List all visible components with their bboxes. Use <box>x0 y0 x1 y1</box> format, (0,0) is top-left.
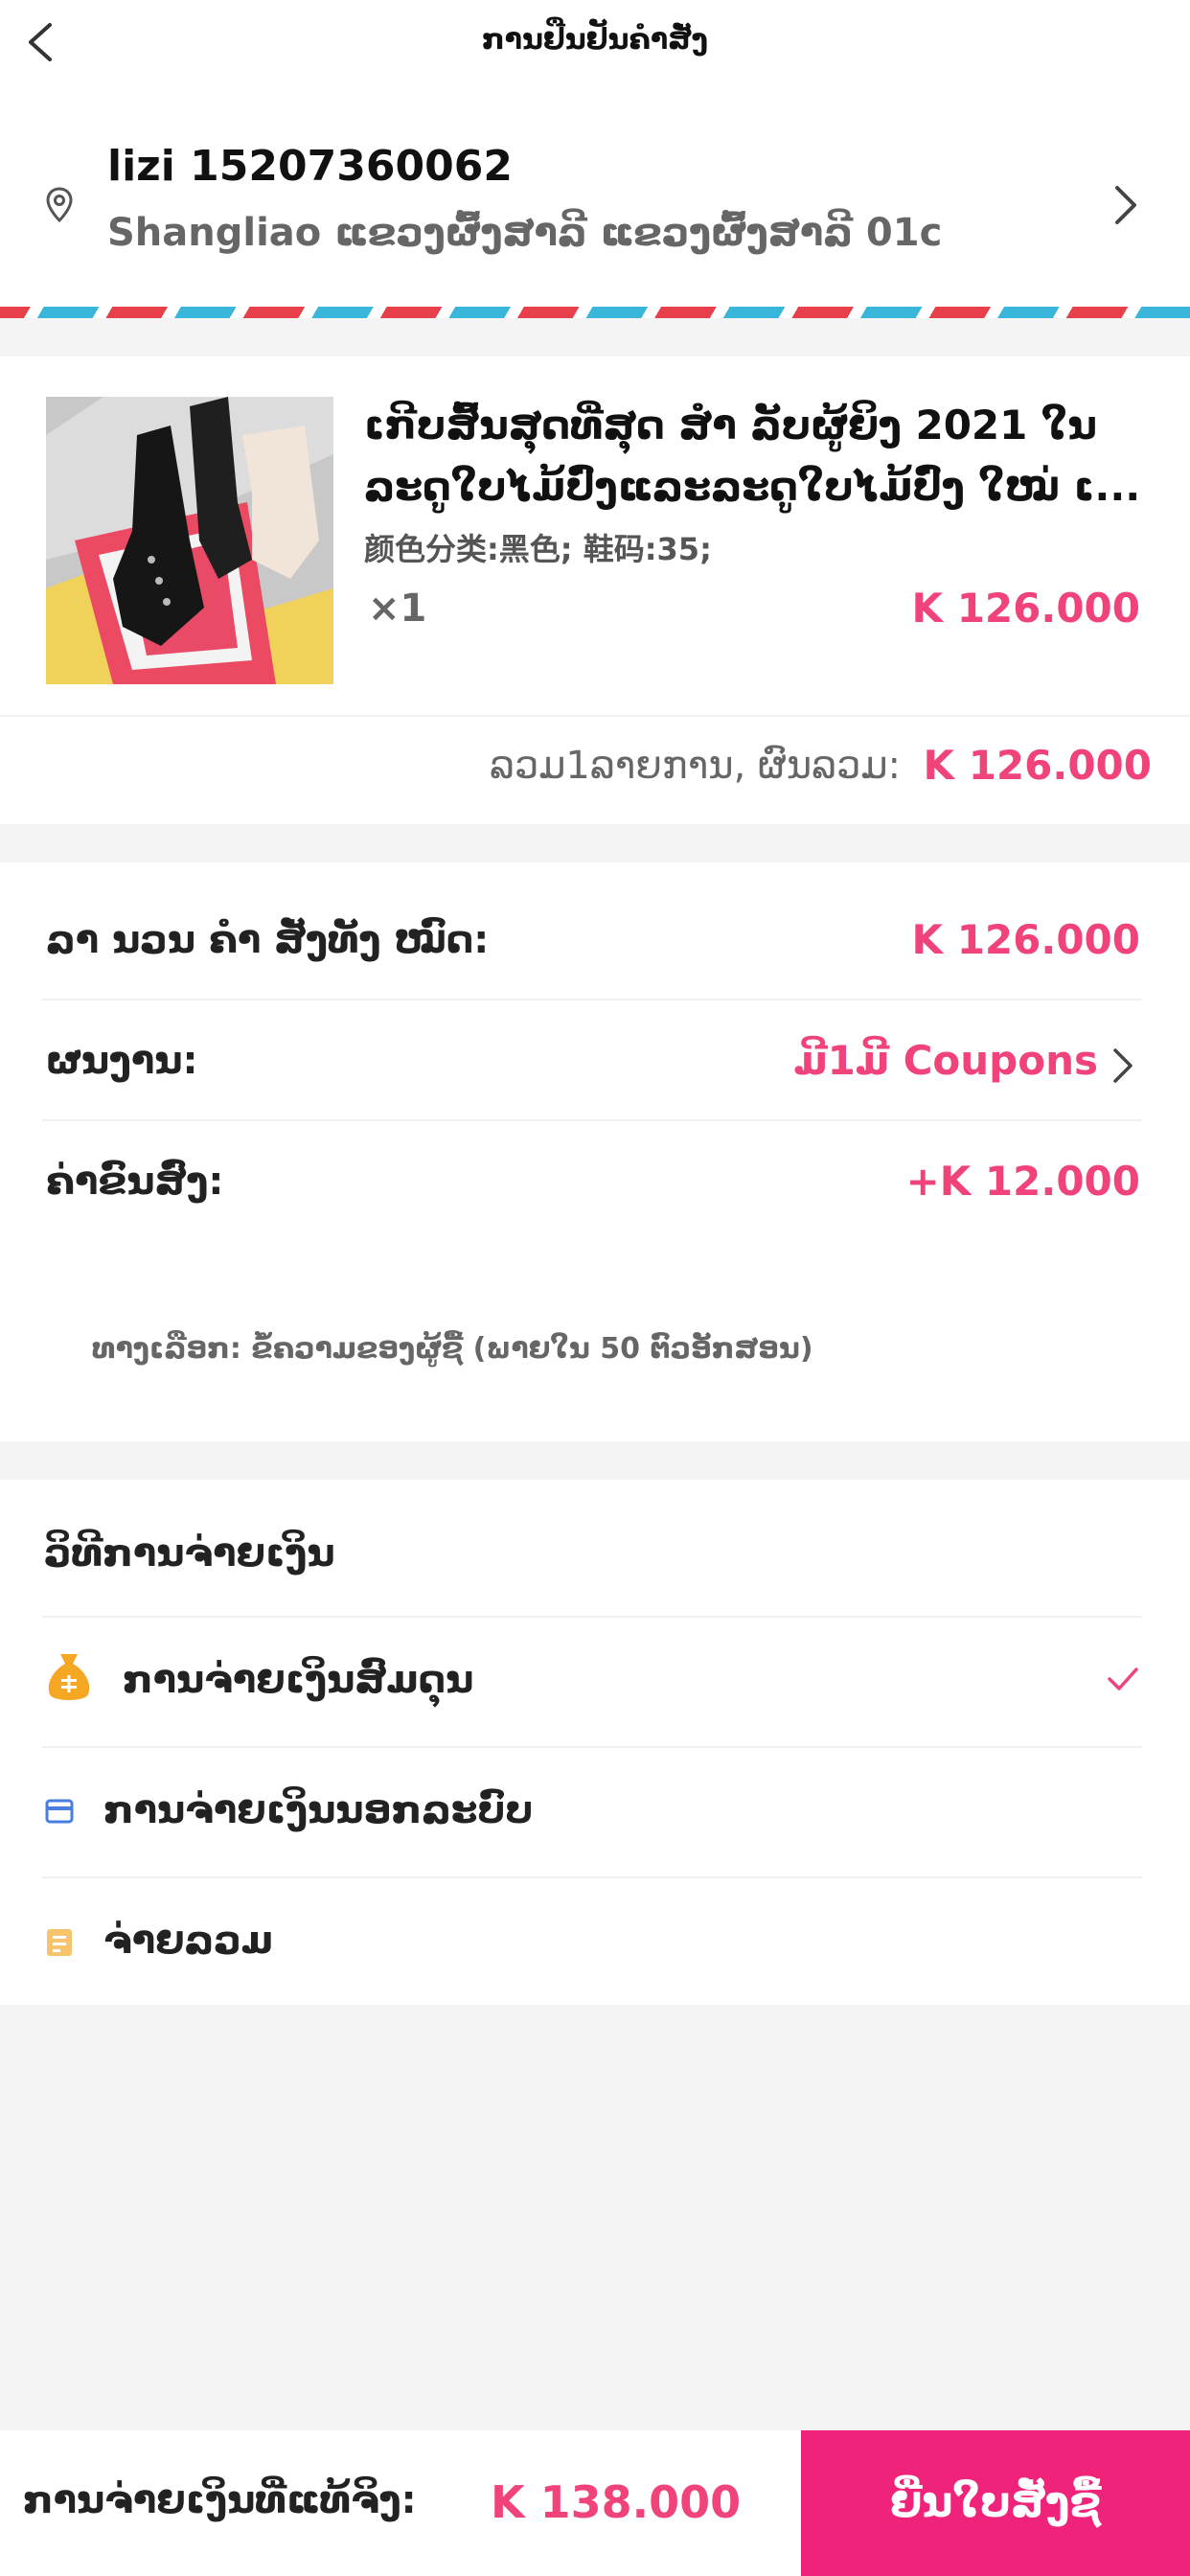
money-bag-icon <box>48 1654 90 1700</box>
product-card: ເກີບສົ້ນສຸດທີ່ສຸດ ສໍາ ລັບຜູ້ຍິງ 2021 ໃນ … <box>0 356 1190 824</box>
divider <box>0 715 1190 717</box>
card-icon <box>45 1799 74 1824</box>
submit-order-button[interactable]: ຍື່ນໃບສັ່ງຊື້ <box>801 2430 1190 2576</box>
location-pin-icon <box>46 187 73 223</box>
payment-method-section: ວິທີການຈ່າຍເງິນ ການຈ່າຍເງິນສົມດຸນ ການຈ່າ… <box>0 1480 1190 2005</box>
payment-method-title: ວິທີການຈ່າຍເງິນ <box>44 1531 335 1576</box>
payment-option-balance[interactable]: ການຈ່າຍເງິນສົມດຸນ <box>0 1618 1190 1746</box>
chevron-right-icon[interactable] <box>1108 1045 1136 1087</box>
product-quantity: ×1 <box>368 586 427 631</box>
goods-total-value: K 126.000 <box>911 916 1140 963</box>
shipping-address-card[interactable]: lizi 15207360062 Shangliao ແຂວງຜົ້ງສາລີ … <box>0 84 1190 318</box>
divider <box>42 999 1142 1000</box>
checkmark-icon <box>1108 1668 1138 1690</box>
actual-payment-value: K 138.000 <box>491 2476 742 2528</box>
airmail-border <box>0 307 1190 318</box>
payment-option-label: ການຈ່າຍເງິນສົມດຸນ <box>123 1658 474 1702</box>
payment-option-label: ຈ່າຍລວມ <box>103 1919 274 1963</box>
payment-option-offline[interactable]: ການຈ່າຍເງິນນອກລະບົບ <box>0 1748 1190 1876</box>
coupon-label: ຜນງານ: <box>46 1039 198 1083</box>
payment-option-combined[interactable]: ຈ່າຍລວມ <box>0 1878 1190 2007</box>
actual-payment-label: ການຈ່າຍເງິນທີ່ແທ້ຈິງ: <box>23 2478 417 2522</box>
address-line: Shangliao ແຂວງຜົ້ງສາລີ ແຂວງຜົ້ງສາລີ 01c <box>107 211 943 255</box>
buyer-message-input[interactable]: ທາງເລືອກ: ຂໍ້ຄວາມຂອງຜູ້ຊື້ (ພາຍໃນ 50 ຕົວ… <box>92 1332 813 1366</box>
product-image[interactable] <box>46 397 333 684</box>
item-summary-label: ລວມ1ລາຍການ, ຜົນລວມ: <box>490 744 901 788</box>
goods-total-label: ລາ ນວນ ຄໍາ ສັ່ງທັງ ໝົດ: <box>46 918 490 962</box>
payment-option-label: ການຈ່າຍເງິນນອກລະບົບ <box>103 1788 534 1832</box>
recipient-name-phone: lizi 15207360062 <box>107 142 513 191</box>
shipping-fee-value: +K 12.000 <box>905 1158 1140 1205</box>
divider <box>42 1119 1142 1121</box>
product-price: K 126.000 <box>911 585 1140 632</box>
checkout-bar: ການຈ່າຍເງິນທີ່ແທ້ຈິງ: K 138.000 ຍື່ນໃບສັ… <box>0 2430 1190 2576</box>
product-spec: 颜色分类:黑色; 鞋码:35; <box>364 531 712 567</box>
top-nav-bar: ການຢືນຢັນຄໍາສັ່ງ <box>0 0 1190 84</box>
order-fees-section: ລາ ນວນ ຄໍາ ສັ່ງທັງ ໝົດ: K 126.000 ຜນງານ:… <box>0 862 1190 1441</box>
page-title: ການຢືນຢັນຄໍາສັ່ງ <box>481 23 708 57</box>
receipt-icon <box>47 1929 72 1956</box>
chevron-right-icon[interactable] <box>1108 180 1142 230</box>
coupon-value[interactable]: ມີ1ມີ Coupons <box>793 1037 1098 1084</box>
item-summary-total: K 126.000 <box>923 742 1152 789</box>
product-title[interactable]: ເກີບສົ້ນສຸດທີ່ສຸດ ສໍາ ລັບຜູ້ຍິງ 2021 ໃນ … <box>364 395 1150 518</box>
shipping-fee-label: ຄ່າຂົນສົ່ງ: <box>46 1160 224 1204</box>
